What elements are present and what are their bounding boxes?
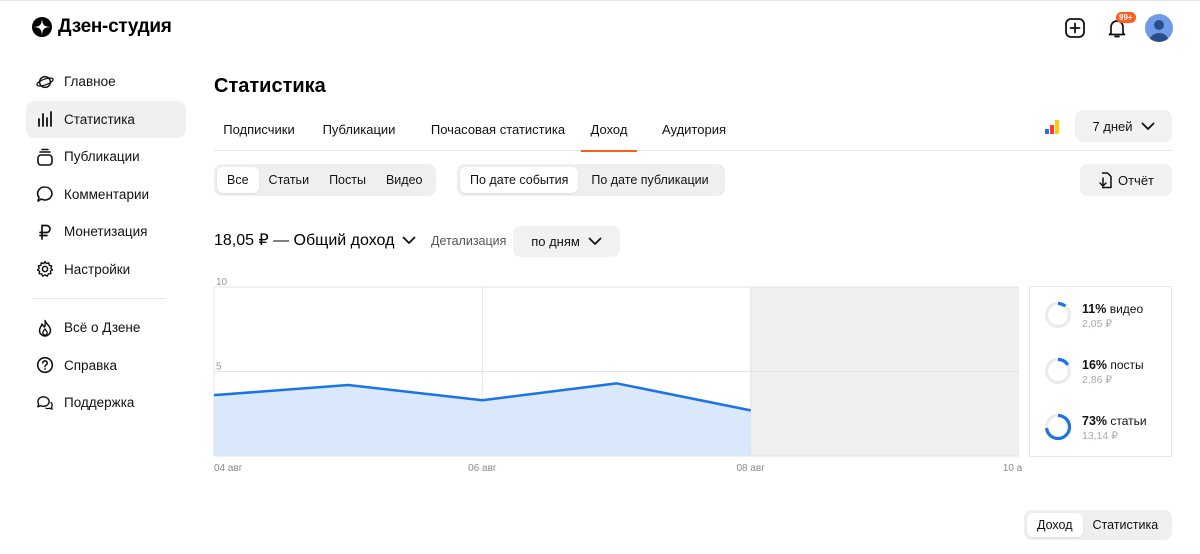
x-tick-label: 06 авг [468,463,497,474]
breakdown-percent: 73% [1082,414,1108,428]
sidebar: Главное Статистика Публикации Комментари… [26,63,186,422]
sidebar-divider [32,298,166,299]
dzen-logo-icon [32,17,52,37]
create-button[interactable] [1061,14,1089,42]
breakdown-percent: 16% [1082,358,1108,372]
user-silhouette-icon [1149,20,1169,42]
header-actions: 99+ [1061,12,1173,42]
filter-articles[interactable]: Статьи [259,167,320,193]
sidebar-item-settings[interactable]: Настройки [26,251,186,289]
app-logo[interactable]: Дзен-студия [32,16,172,38]
notifications-button[interactable]: 99+ [1103,12,1136,42]
breakdown-amount: 2,86 ₽ [1082,374,1113,386]
breakdown-item-articles: 73% статьи 13,14 ₽ [1044,413,1147,443]
breakdown-type: статьи [1110,414,1147,428]
app-title: Дзен-студия [58,16,172,37]
income-breakdown: 11% видео 2,05 ₽ 16% посты 2,86 ₽ 73% ст… [1029,286,1172,457]
y-tick-label: 10 [216,277,228,288]
statistics-tabs: Подписчики Публикации Почасовая статисти… [214,108,1172,152]
period-dropdown[interactable]: 7 дней [1075,110,1172,142]
chevron-down-icon [1141,122,1154,130]
filter-by-publication-date[interactable]: По дате публикации [578,167,721,193]
sidebar-item-publications[interactable]: Публикации [26,138,186,176]
flame-icon [36,319,54,337]
breakdown-item-video: 11% видео 2,05 ₽ [1044,301,1143,331]
sidebar-item-monetization[interactable]: Монетизация [26,213,186,251]
filter-posts[interactable]: Посты [319,167,376,193]
breakdown-amount: 13,14 ₽ [1082,430,1118,442]
tab-publications[interactable]: Публикации [319,108,399,150]
progress-ring [1044,413,1072,441]
report-button[interactable]: Отчёт [1080,164,1172,196]
x-tick-label: 10 авг [1003,463,1023,474]
sidebar-item-label: Статистика [64,111,135,127]
sidebar-item-label: Публикации [64,149,140,165]
comment-icon [36,185,54,203]
tab-income[interactable]: Доход [581,108,637,152]
period-value: 7 дней [1092,118,1133,134]
sidebar-item-label: Главное [64,74,116,90]
sidebar-item-label: Настройки [64,261,131,277]
support-chat-icon [36,394,54,412]
sidebar-item-support[interactable]: Поддержка [26,384,186,422]
user-avatar[interactable] [1145,14,1173,42]
help-icon [36,356,54,374]
breakdown-type: посты [1110,358,1144,372]
chevron-down-icon [403,236,416,244]
ring-track [1044,301,1072,329]
plus-square-icon [1065,18,1085,38]
breakdown-type: видео [1109,302,1144,316]
filter-videos[interactable]: Видео [376,167,433,193]
breakdown-percent: 11% [1082,302,1107,316]
sidebar-item-about-dzen[interactable]: Всё о Дзене [26,309,186,347]
sidebar-item-comments[interactable]: Комментарии [26,176,186,214]
gear-icon [36,260,54,278]
detail-value: по дням [531,234,580,249]
page-title: Статистика [214,75,326,97]
tab-hourly-statistics[interactable]: Почасовая статистика [423,108,573,150]
date-mode-filter: По дате события По дате публикации [457,164,725,196]
breakdown-amount: 2,05 ₽ [1082,318,1113,330]
sidebar-item-label: Монетизация [64,224,148,240]
tab-audience[interactable]: Аудитория [654,108,734,150]
breakdown-item-posts: 16% посты 2,86 ₽ [1044,357,1144,387]
stack-icon [36,148,54,166]
notifications-badge: 99+ [1116,12,1136,23]
ruble-icon [36,223,54,241]
sidebar-item-label: Поддержка [64,395,135,411]
sidebar-item-statistics[interactable]: Статистика [26,100,186,138]
bar-chart-icon [36,110,54,128]
progress-ring [1044,301,1072,329]
chart-type-icon[interactable] [1044,118,1060,134]
y-tick-label: 5 [216,362,222,373]
view-toggle: Доход Статистика [1024,510,1172,540]
filter-all[interactable]: Все [217,167,259,193]
toggle-income[interactable]: Доход [1027,513,1083,537]
filter-by-event-date[interactable]: По дате события [460,167,579,193]
sidebar-item-help[interactable]: Справка [26,347,186,385]
detail-dropdown[interactable]: по дням [513,226,620,257]
x-tick-label: 04 авг [214,463,243,474]
tab-subscribers[interactable]: Подписчики [214,108,304,150]
content-type-filter: Все Статьи Посты Видео [214,164,436,196]
total-income-label: 18,05 ₽ — Общий доход [214,232,395,249]
document-download-icon [1099,171,1112,188]
sidebar-item-label: Всё о Дзене [64,320,141,336]
sidebar-item-label: Справка [64,357,117,373]
toggle-statistics[interactable]: Статистика [1083,513,1169,537]
sidebar-item-main[interactable]: Главное [26,63,186,101]
progress-ring [1044,357,1072,385]
top-divider [0,0,1200,1]
planet-icon [36,73,54,91]
x-tick-label: 08 авг [736,463,765,474]
sidebar-item-label: Комментарии [64,186,150,202]
income-chart[interactable]: 051004 авг06 авг08 авг10 авг [213,272,1023,477]
detail-label: Детализация [431,234,507,248]
total-income-dropdown[interactable]: 18,05 ₽ — Общий доход [214,230,416,250]
report-label: Отчёт [1117,172,1155,188]
chevron-down-icon [588,237,602,245]
